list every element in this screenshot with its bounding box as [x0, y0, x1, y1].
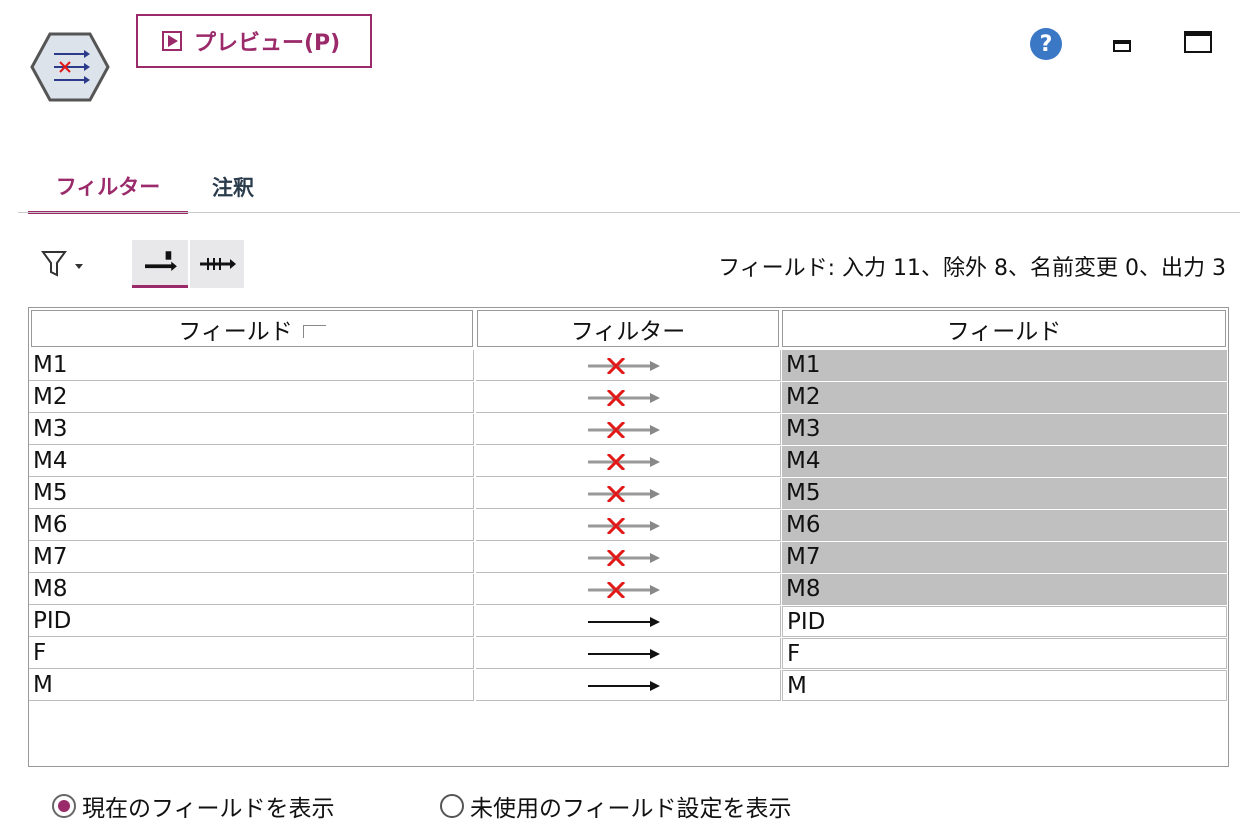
filter-node-icon: [30, 32, 110, 102]
output-field-cell[interactable]: F: [782, 638, 1227, 669]
table-row[interactable]: M7 M7: [29, 542, 1228, 574]
output-field-cell[interactable]: M3: [782, 414, 1227, 445]
table-row[interactable]: FF: [29, 638, 1228, 670]
input-field-cell: M4: [29, 446, 474, 477]
input-field-cell: M6: [29, 510, 474, 541]
pass-through-arrow-icon: [588, 681, 660, 691]
output-field-cell[interactable]: M7: [782, 542, 1227, 573]
filter-toggle-cell[interactable]: [476, 382, 781, 413]
input-field-cell: M5: [29, 478, 474, 509]
radio-label: 未使用のフィールド設定を表示: [470, 796, 792, 822]
radio-selected-icon: [52, 794, 76, 818]
input-field-cell: F: [29, 638, 474, 669]
filter-toggle-cell[interactable]: [476, 670, 781, 701]
output-field-cell[interactable]: M6: [782, 510, 1227, 541]
excluded-arrow-icon: [588, 582, 660, 598]
show-unused-field-settings-radio[interactable]: 未使用のフィールド設定を表示: [440, 790, 792, 822]
radio-unselected-icon: [440, 794, 464, 818]
output-field-cell[interactable]: PID: [782, 606, 1227, 637]
column-header-input-field[interactable]: フィールド: [31, 310, 473, 347]
excluded-arrow-icon: [588, 550, 660, 566]
pass-through-arrow-icon: [588, 649, 660, 659]
table-row[interactable]: M6 M6: [29, 510, 1228, 542]
tab-filter[interactable]: フィルター: [28, 160, 188, 214]
play-icon: [162, 31, 182, 51]
sort-indicator-icon: [302, 325, 326, 338]
filter-toggle-cell[interactable]: [476, 542, 781, 573]
tab-divider: [18, 212, 1240, 213]
table-row[interactable]: M3 M3: [29, 414, 1228, 446]
show-current-fields-radio[interactable]: 現在のフィールドを表示: [52, 790, 335, 822]
minimize-icon[interactable]: [1113, 40, 1131, 52]
radio-label: 現在のフィールドを表示: [82, 796, 335, 822]
filter-table: フィールド フィルター フィールド M1 M1 M2 M2 M3 M3 M4 M4 M5 M5 M6…: [28, 307, 1229, 767]
column-header-output-field[interactable]: フィールド: [782, 310, 1226, 347]
field-stats: フィールド: 入力 11、除外 8、名前変更 0、出力 3: [718, 256, 1226, 281]
output-field-cell[interactable]: M8: [782, 574, 1227, 605]
output-field-cell[interactable]: M: [782, 670, 1227, 701]
output-field-cell[interactable]: M5: [782, 478, 1227, 509]
input-field-cell: PID: [29, 606, 474, 637]
tab-annotations[interactable]: 注釈: [190, 160, 276, 214]
preview-label: プレビュー(P): [194, 31, 341, 56]
filter-toggle-cell[interactable]: [476, 414, 781, 445]
input-field-cell: M2: [29, 382, 474, 413]
include-fields-tool-icon[interactable]: [190, 240, 244, 288]
column-header-label: フィールド: [178, 318, 293, 345]
filter-toggle-cell[interactable]: [476, 446, 781, 477]
input-field-cell: M1: [29, 350, 474, 381]
excluded-arrow-icon: [588, 422, 660, 438]
excluded-arrow-icon: [588, 358, 660, 374]
filter-options-icon[interactable]: [40, 248, 90, 280]
remove-fields-tool-icon[interactable]: [132, 240, 188, 288]
output-field-cell[interactable]: M1: [782, 350, 1227, 381]
filter-toggle-cell[interactable]: [476, 606, 781, 637]
excluded-arrow-icon: [588, 454, 660, 470]
excluded-arrow-icon: [588, 518, 660, 534]
input-field-cell: M3: [29, 414, 474, 445]
input-field-cell: M: [29, 670, 474, 701]
filter-toggle-cell[interactable]: [476, 510, 781, 541]
preview-button[interactable]: プレビュー(P): [136, 14, 372, 68]
table-row[interactable]: M2 M2: [29, 382, 1228, 414]
maximize-icon[interactable]: [1184, 31, 1212, 53]
filter-toggle-cell[interactable]: [476, 350, 781, 381]
output-field-cell[interactable]: M4: [782, 446, 1227, 477]
filter-toggle-cell[interactable]: [476, 638, 781, 669]
table-row[interactable]: MM: [29, 670, 1228, 702]
column-header-filter[interactable]: フィルター: [477, 310, 779, 347]
input-field-cell: M8: [29, 574, 474, 605]
excluded-arrow-icon: [588, 486, 660, 502]
help-icon[interactable]: ?: [1030, 28, 1062, 60]
filter-toggle-cell[interactable]: [476, 478, 781, 509]
pass-through-arrow-icon: [588, 617, 660, 627]
table-row[interactable]: M5 M5: [29, 478, 1228, 510]
input-field-cell: M7: [29, 542, 474, 573]
table-row[interactable]: M8 M8: [29, 574, 1228, 606]
output-field-cell[interactable]: M2: [782, 382, 1227, 413]
table-row[interactable]: M1 M1: [29, 350, 1228, 382]
excluded-arrow-icon: [588, 390, 660, 406]
filter-toggle-cell[interactable]: [476, 574, 781, 605]
table-row[interactable]: M4 M4: [29, 446, 1228, 478]
table-row[interactable]: PID PID: [29, 606, 1228, 638]
